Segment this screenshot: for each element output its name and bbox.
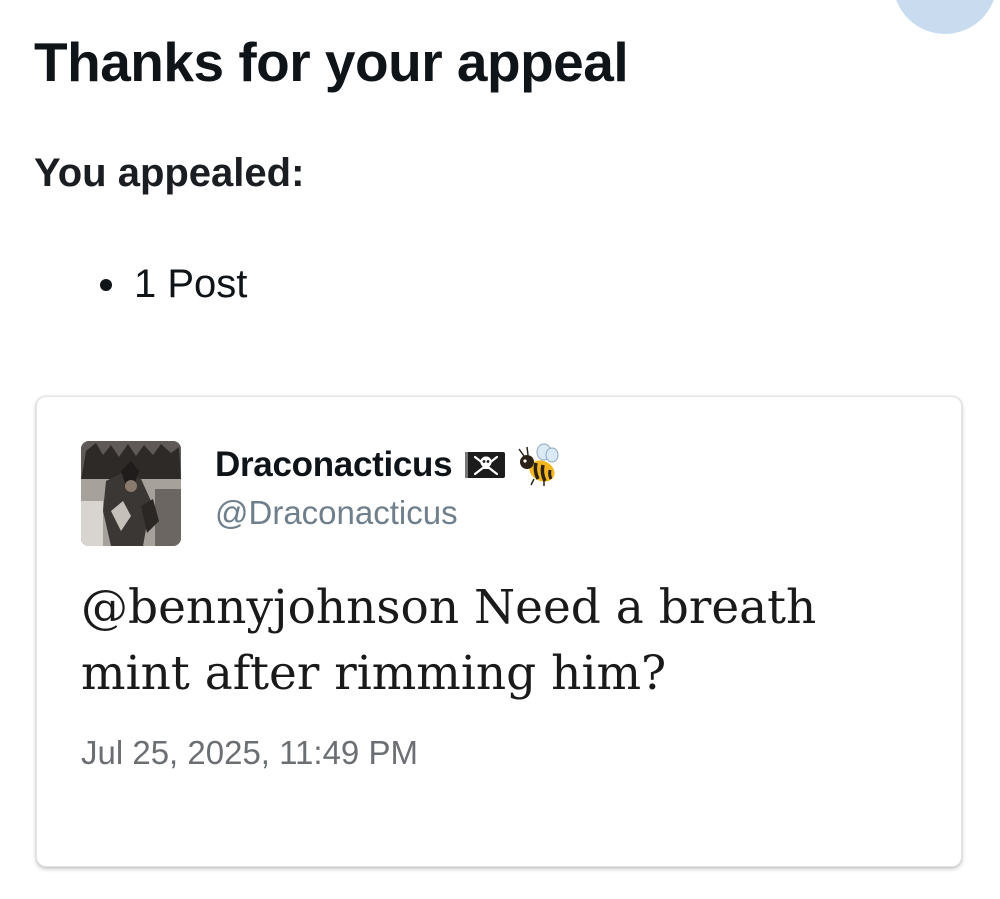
author-handle[interactable]: @Draconacticus [215,491,458,535]
author-display-name[interactable]: Draconacticus [215,443,453,487]
appealed-items-list: 1 Post [96,256,247,312]
profile-avatar[interactable] [893,0,997,34]
post-text: @bennyjohnson Need a breath mint after r… [81,580,817,701]
appeal-subtitle: You appealed: [34,151,305,195]
list-item: 1 Post [96,256,247,312]
pirate-flag-icon [464,449,508,481]
author-avatar[interactable] [81,441,181,546]
bullet-icon [100,279,112,291]
post-timestamp: Jul 25, 2025, 11:49 PM [81,734,418,771]
bee-icon [516,443,562,487]
appealed-post-card[interactable]: Draconacticus @Draconacticus @bennyjohns… [36,396,962,867]
page-title: Thanks for your appeal [34,31,629,93]
author-name-row: Draconacticus [215,443,562,487]
appealed-item-label: 1 Post [134,262,248,306]
